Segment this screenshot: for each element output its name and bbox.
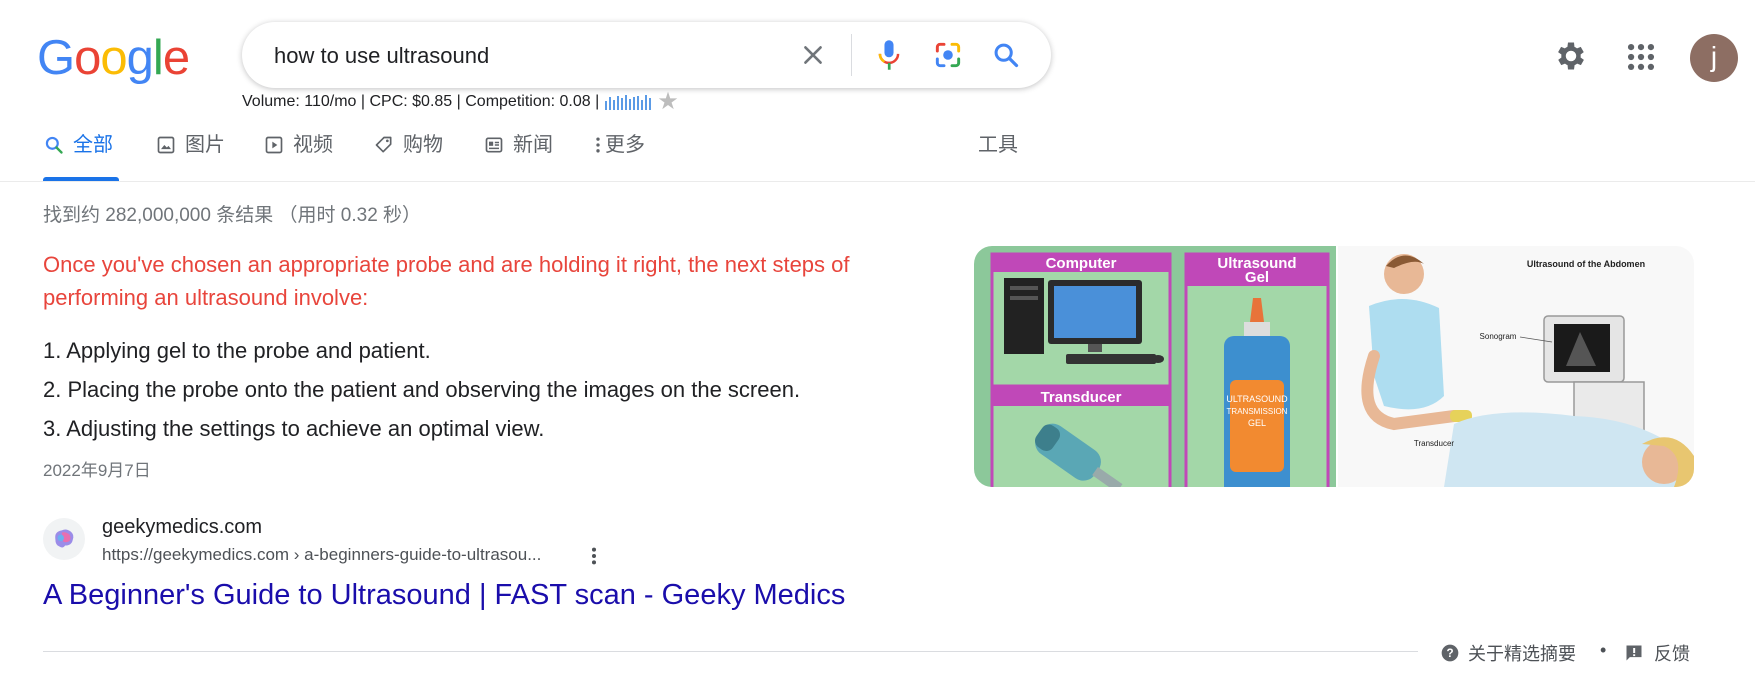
gear-icon[interactable] xyxy=(1553,38,1589,74)
keyword-stats-text: Volume: 110/mo | CPC: $0.85 | Competitio… xyxy=(242,93,600,110)
logo-letter: g xyxy=(126,31,154,85)
mic-icon[interactable] xyxy=(870,36,908,74)
feedback-label: 反馈 xyxy=(1654,644,1690,664)
image-icon xyxy=(155,134,177,156)
keyword-stats: Volume: 110/mo | CPC: $0.85 | Competitio… xyxy=(242,90,679,114)
snippet-heading: Once you've chosen an appropriate probe … xyxy=(43,252,850,310)
sonogram-label: Sonogram xyxy=(1480,332,1517,341)
feedback-link[interactable]: 反馈 xyxy=(1624,640,1690,666)
logo-letter: o xyxy=(100,31,127,85)
tab-shopping[interactable]: 购物 xyxy=(373,130,443,182)
bottle-text-1: ULTRASOUND xyxy=(1226,394,1288,404)
logo-letter: l xyxy=(152,31,164,85)
avatar[interactable]: j xyxy=(1690,34,1738,82)
tab-label: 新闻 xyxy=(513,134,553,156)
result-site-name[interactable]: geekymedics.com xyxy=(102,516,262,539)
video-icon xyxy=(263,134,285,156)
site-favicon xyxy=(43,518,85,560)
gel-label-2: Gel xyxy=(1245,269,1269,286)
about-featured-snippet-link[interactable]: ? 关于精选摘要 xyxy=(1440,640,1576,666)
image-title: Ultrasound of the Abdomen xyxy=(1527,259,1645,269)
trend-bar xyxy=(621,98,624,110)
list-item: 2. Placing the probe onto the patient an… xyxy=(43,377,801,402)
logo-letter: G xyxy=(37,31,75,85)
tab-label: 视频 xyxy=(293,134,333,156)
camera-lens-icon[interactable] xyxy=(929,36,967,74)
computer-label: Computer xyxy=(1046,255,1117,272)
footer-separator: • xyxy=(1600,640,1607,660)
tab-label: 全部 xyxy=(73,134,113,156)
google-logo[interactable]: Google xyxy=(37,28,190,88)
tab-videos[interactable]: 视频 xyxy=(263,130,333,182)
tab-images[interactable]: 图片 xyxy=(155,130,225,182)
list-item: 3. Adjusting the settings to achieve an … xyxy=(43,416,545,441)
star-icon[interactable]: ★ xyxy=(657,90,679,114)
tools-button[interactable]: 工具 xyxy=(978,130,1018,182)
close-icon[interactable] xyxy=(794,36,832,74)
bottle-text-2: TRANSMISSION xyxy=(1227,407,1288,416)
list-item: 1. Applying gel to the probe and patient… xyxy=(43,338,431,363)
svg-text:?: ? xyxy=(1446,647,1453,660)
apps-grid-icon[interactable] xyxy=(1624,40,1658,74)
tag-icon xyxy=(373,134,395,156)
tools-label: 工具 xyxy=(978,134,1018,156)
transducer-label: Transducer xyxy=(1041,389,1122,406)
keyword-trend-chart xyxy=(605,94,652,110)
tab-label: 购物 xyxy=(403,134,443,156)
bottle-text-3: GEL xyxy=(1248,418,1266,428)
tabs-divider xyxy=(0,181,1755,182)
trend-bar xyxy=(613,100,616,110)
news-icon xyxy=(483,134,505,156)
trend-bar xyxy=(629,99,632,110)
trend-bar xyxy=(649,98,652,110)
trend-bar xyxy=(605,101,608,110)
more-vert-icon[interactable] xyxy=(586,545,602,567)
snippet-date: 2022年9月7日 xyxy=(43,461,151,480)
result-url[interactable]: https://geekymedics.com › a-beginners-gu… xyxy=(102,545,541,565)
trend-bar xyxy=(637,96,640,110)
search-box[interactable] xyxy=(242,22,1051,88)
trend-bar xyxy=(641,100,644,110)
trend-bar xyxy=(617,96,620,110)
trend-bar xyxy=(609,97,612,110)
more-vert-icon xyxy=(593,134,603,156)
trend-bar xyxy=(633,97,636,110)
ultrasound-equipment-illustration[interactable]: Computer Transducer Ultrasound Gel ULTRA… xyxy=(974,246,1336,487)
help-icon: ? xyxy=(1440,643,1460,663)
feedback-icon xyxy=(1624,643,1644,663)
search-divider xyxy=(851,34,852,76)
search-icon[interactable] xyxy=(987,36,1025,74)
snippet-steps: 1. Applying gel to the probe and patient… xyxy=(43,331,800,448)
tab-more[interactable]: 更多 xyxy=(593,130,645,182)
tab-label: 更多 xyxy=(605,134,645,156)
footer-divider xyxy=(43,651,1418,652)
tab-news[interactable]: 新闻 xyxy=(483,130,553,182)
tab-all[interactable]: 全部 xyxy=(43,130,119,182)
snippet-images[interactable]: Computer Transducer Ultrasound Gel ULTRA… xyxy=(974,246,1694,487)
trend-bar xyxy=(625,95,628,110)
ultrasound-abdomen-illustration[interactable]: Ultrasound of the Abdomen Sonogram Trans… xyxy=(1338,246,1694,487)
result-title-link[interactable]: A Beginner's Guide to Ultrasound | FAST … xyxy=(43,579,845,612)
tab-label: 图片 xyxy=(185,134,225,156)
transducer-caption: Transducer xyxy=(1414,439,1455,448)
trend-bar xyxy=(645,95,648,110)
search-input[interactable] xyxy=(272,40,716,72)
about-snippet-label: 关于精选摘要 xyxy=(1468,644,1576,664)
search-icon xyxy=(43,134,65,156)
logo-letter: o xyxy=(74,31,101,85)
logo-letter: e xyxy=(162,31,190,85)
result-stats: 找到约 282,000,000 条结果 （用时 0.32 秒） xyxy=(43,205,422,226)
